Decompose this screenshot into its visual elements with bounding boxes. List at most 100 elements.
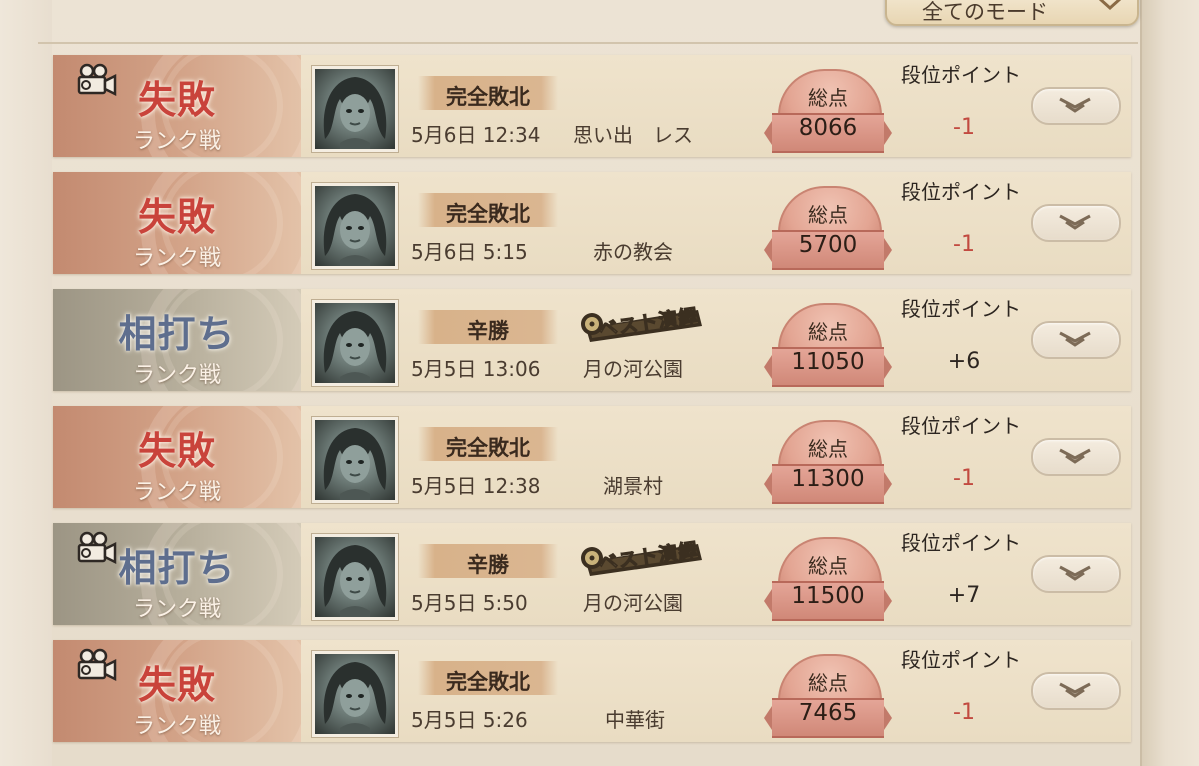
- rank-points-label: 段位ポイント: [901, 648, 1021, 672]
- outcome-label: 完全敗北: [446, 436, 530, 460]
- match-mode-label: ランク戦: [132, 480, 221, 505]
- expand-details-button[interactable]: [1031, 87, 1121, 125]
- character-face-icon: [323, 545, 387, 617]
- rank-points-value: -1: [953, 466, 975, 491]
- match-row[interactable]: 失敗 ランク戦 完全敗北: [53, 172, 1131, 274]
- outcome-banner: 完全敗北: [418, 76, 558, 110]
- best-play-badge: ベスト演繹: [578, 536, 708, 578]
- outcome-banner: 完全敗北: [418, 427, 558, 461]
- match-row[interactable]: 失敗 ランク戦 完全敗北: [53, 406, 1131, 508]
- total-score-badge: 総点 11500: [764, 537, 892, 621]
- outcome-label: 完全敗北: [446, 85, 530, 109]
- rank-points-label: 段位ポイント: [901, 531, 1021, 555]
- match-row[interactable]: 相打ち ランク戦 辛勝 ベスト: [53, 289, 1131, 391]
- outcome-banner: 辛勝: [418, 544, 558, 578]
- outcome-label: 辛勝: [467, 319, 509, 343]
- rank-points-label: 段位ポイント: [901, 297, 1021, 321]
- character-portrait: [311, 65, 399, 153]
- total-score-badge: 総点 11050: [764, 303, 892, 387]
- character-portrait: [311, 182, 399, 270]
- total-score-badge: 総点 5700: [764, 186, 892, 270]
- match-date: 5月6日 12:34: [411, 123, 541, 147]
- rank-points-value: +6: [947, 349, 981, 374]
- result-block: 失敗 ランク戦: [53, 55, 301, 157]
- rank-points-label: 段位ポイント: [901, 63, 1021, 87]
- result-block: 失敗 ランク戦: [53, 406, 301, 508]
- result-block: 失敗 ランク戦: [53, 640, 301, 742]
- score-value: 11050: [791, 349, 865, 375]
- match-result-label: 失敗: [137, 78, 216, 122]
- character-portrait: [311, 650, 399, 738]
- expand-details-button[interactable]: [1031, 204, 1121, 242]
- map-name: 中華街: [605, 708, 665, 732]
- score-value: 8066: [798, 115, 858, 141]
- match-result-label: 相打ち: [118, 312, 236, 356]
- rank-points-label: 段位ポイント: [901, 180, 1021, 204]
- header-divider: [38, 42, 1138, 44]
- match-result-label: 失敗: [137, 429, 216, 473]
- score-label: 総点: [808, 320, 848, 344]
- match-mode-label: ランク戦: [132, 714, 221, 739]
- best-play-badge: ベスト演繹: [578, 302, 708, 344]
- character-face-icon: [323, 428, 387, 500]
- match-date: 5月6日 5:15: [411, 240, 528, 264]
- double-chevron-down-icon: [1059, 97, 1091, 113]
- expand-details-button[interactable]: [1031, 321, 1121, 359]
- outcome-label: 完全敗北: [446, 670, 530, 694]
- outcome-label: 完全敗北: [446, 202, 530, 226]
- match-mode-label: ランク戦: [132, 246, 221, 271]
- score-label: 総点: [808, 554, 848, 578]
- mode-filter-dropdown[interactable]: 全てのモード: [885, 0, 1139, 26]
- score-label: 総点: [808, 671, 848, 695]
- chevron-down-icon: [1099, 0, 1121, 10]
- character-portrait: [311, 416, 399, 504]
- outcome-banner: 完全敗北: [418, 193, 558, 227]
- double-chevron-down-icon: [1059, 565, 1091, 581]
- character-portrait: [311, 299, 399, 387]
- right-scroll-frame: [1140, 0, 1199, 766]
- map-name: 赤の教会: [593, 240, 673, 264]
- character-portrait: [311, 533, 399, 621]
- match-mode-label: ランク戦: [132, 363, 221, 388]
- rank-points-label: 段位ポイント: [901, 414, 1021, 438]
- map-name: 湖景村: [603, 474, 663, 498]
- score-label: 総点: [808, 203, 848, 227]
- result-block: 相打ち ランク戦: [53, 289, 301, 391]
- character-face-icon: [323, 311, 387, 383]
- total-score-badge: 総点 7465: [764, 654, 892, 738]
- expand-details-button[interactable]: [1031, 555, 1121, 593]
- outcome-banner: 完全敗北: [418, 661, 558, 695]
- rank-points-value: -1: [953, 232, 975, 257]
- character-face-icon: [323, 662, 387, 734]
- match-mode-label: ランク戦: [132, 129, 221, 154]
- match-date: 5月5日 5:26: [411, 708, 528, 732]
- match-row[interactable]: 失敗 ランク戦 完全敗北: [53, 55, 1131, 157]
- match-mode-label: ランク戦: [132, 597, 221, 622]
- match-row[interactable]: 失敗 ランク戦 完全敗北: [53, 640, 1131, 742]
- rank-points-value: -1: [953, 115, 975, 140]
- rank-points-value: -1: [953, 700, 975, 725]
- score-label: 総点: [808, 86, 848, 110]
- match-result-label: 失敗: [137, 663, 216, 707]
- rank-points-value: +7: [947, 583, 981, 608]
- match-date: 5月5日 12:38: [411, 474, 541, 498]
- match-date: 5月5日 5:50: [411, 591, 528, 615]
- expand-details-button[interactable]: [1031, 438, 1121, 476]
- total-score-badge: 総点 8066: [764, 69, 892, 153]
- match-result-label: 相打ち: [118, 546, 236, 590]
- map-name: 月の河公園: [583, 591, 683, 615]
- map-name: 思い出 レス: [573, 123, 693, 147]
- total-score-badge: 総点 11300: [764, 420, 892, 504]
- score-label: 総点: [808, 437, 848, 461]
- left-frame: [0, 0, 52, 766]
- expand-details-button[interactable]: [1031, 672, 1121, 710]
- score-value: 5700: [798, 232, 858, 258]
- score-value: 7465: [798, 700, 858, 726]
- match-date: 5月5日 13:06: [411, 357, 541, 381]
- map-name: 月の河公園: [583, 357, 683, 381]
- double-chevron-down-icon: [1059, 682, 1091, 698]
- double-chevron-down-icon: [1059, 331, 1091, 347]
- match-row[interactable]: 相打ち ランク戦 辛勝 ベスト: [53, 523, 1131, 625]
- result-block: 相打ち ランク戦: [53, 523, 301, 625]
- outcome-label: 辛勝: [467, 553, 509, 577]
